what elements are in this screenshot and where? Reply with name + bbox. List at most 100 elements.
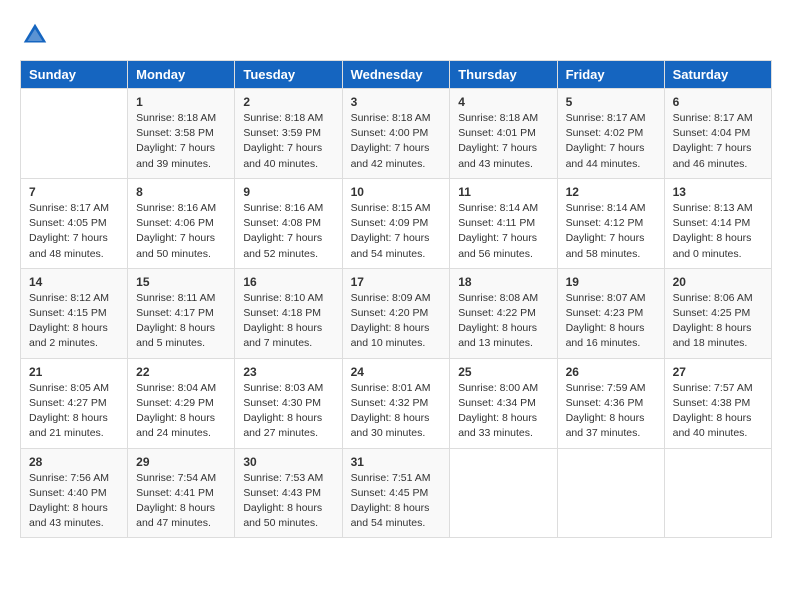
sunrise-text: Sunrise: 8:12 AM	[29, 292, 109, 304]
daylight-text: Daylight: 8 hours and 2 minutes.	[29, 322, 108, 349]
sunrise-text: Sunrise: 8:11 AM	[136, 292, 215, 304]
sunrise-text: Sunrise: 8:16 AM	[136, 202, 216, 214]
sunset-text: Sunset: 4:06 PM	[136, 217, 214, 229]
sunset-text: Sunset: 4:17 PM	[136, 307, 214, 319]
weekday-header: Monday	[128, 61, 235, 89]
day-number: 5	[566, 95, 656, 109]
daylight-text: Daylight: 8 hours and 7 minutes.	[243, 322, 322, 349]
daylight-text: Daylight: 8 hours and 5 minutes.	[136, 322, 215, 349]
day-number: 12	[566, 185, 656, 199]
sunset-text: Sunset: 4:18 PM	[243, 307, 321, 319]
calendar-day-cell: 12 Sunrise: 8:14 AM Sunset: 4:12 PM Dayl…	[557, 178, 664, 268]
sunrise-text: Sunrise: 8:09 AM	[351, 292, 431, 304]
day-number: 27	[673, 365, 763, 379]
daylight-text: Daylight: 7 hours and 40 minutes.	[243, 142, 322, 169]
calendar-day-cell: 17 Sunrise: 8:09 AM Sunset: 4:20 PM Dayl…	[342, 268, 450, 358]
calendar-day-cell	[557, 448, 664, 538]
calendar-day-cell: 2 Sunrise: 8:18 AM Sunset: 3:59 PM Dayli…	[235, 89, 342, 179]
day-info: Sunrise: 8:06 AM Sunset: 4:25 PM Dayligh…	[673, 291, 763, 352]
daylight-text: Daylight: 8 hours and 43 minutes.	[29, 502, 108, 529]
calendar-day-cell: 16 Sunrise: 8:10 AM Sunset: 4:18 PM Dayl…	[235, 268, 342, 358]
daylight-text: Daylight: 8 hours and 50 minutes.	[243, 502, 322, 529]
day-info: Sunrise: 8:15 AM Sunset: 4:09 PM Dayligh…	[351, 201, 442, 262]
weekday-header: Sunday	[21, 61, 128, 89]
weekday-header: Saturday	[664, 61, 771, 89]
calendar-day-cell	[21, 89, 128, 179]
daylight-text: Daylight: 8 hours and 27 minutes.	[243, 412, 322, 439]
daylight-text: Daylight: 8 hours and 21 minutes.	[29, 412, 108, 439]
daylight-text: Daylight: 7 hours and 52 minutes.	[243, 232, 322, 259]
calendar-day-cell: 8 Sunrise: 8:16 AM Sunset: 4:06 PM Dayli…	[128, 178, 235, 268]
sunset-text: Sunset: 3:59 PM	[243, 127, 321, 139]
calendar-week-row: 14 Sunrise: 8:12 AM Sunset: 4:15 PM Dayl…	[21, 268, 772, 358]
day-info: Sunrise: 7:54 AM Sunset: 4:41 PM Dayligh…	[136, 471, 226, 532]
day-info: Sunrise: 8:10 AM Sunset: 4:18 PM Dayligh…	[243, 291, 333, 352]
day-number: 24	[351, 365, 442, 379]
daylight-text: Daylight: 8 hours and 10 minutes.	[351, 322, 430, 349]
day-number: 9	[243, 185, 333, 199]
sunset-text: Sunset: 4:43 PM	[243, 487, 321, 499]
calendar-day-cell	[450, 448, 557, 538]
calendar-day-cell: 29 Sunrise: 7:54 AM Sunset: 4:41 PM Dayl…	[128, 448, 235, 538]
weekday-header: Thursday	[450, 61, 557, 89]
calendar-week-row: 28 Sunrise: 7:56 AM Sunset: 4:40 PM Dayl…	[21, 448, 772, 538]
weekday-header: Friday	[557, 61, 664, 89]
sunrise-text: Sunrise: 7:56 AM	[29, 472, 109, 484]
day-number: 31	[351, 455, 442, 469]
calendar-day-cell: 15 Sunrise: 8:11 AM Sunset: 4:17 PM Dayl…	[128, 268, 235, 358]
calendar-day-cell: 9 Sunrise: 8:16 AM Sunset: 4:08 PM Dayli…	[235, 178, 342, 268]
calendar-day-cell: 23 Sunrise: 8:03 AM Sunset: 4:30 PM Dayl…	[235, 358, 342, 448]
weekday-header: Tuesday	[235, 61, 342, 89]
day-number: 26	[566, 365, 656, 379]
daylight-text: Daylight: 7 hours and 44 minutes.	[566, 142, 645, 169]
sunset-text: Sunset: 4:45 PM	[351, 487, 429, 499]
day-number: 13	[673, 185, 763, 199]
daylight-text: Daylight: 7 hours and 43 minutes.	[458, 142, 537, 169]
day-number: 22	[136, 365, 226, 379]
day-number: 15	[136, 275, 226, 289]
sunset-text: Sunset: 4:40 PM	[29, 487, 107, 499]
calendar-day-cell: 10 Sunrise: 8:15 AM Sunset: 4:09 PM Dayl…	[342, 178, 450, 268]
calendar-day-cell: 13 Sunrise: 8:13 AM Sunset: 4:14 PM Dayl…	[664, 178, 771, 268]
sunrise-text: Sunrise: 8:16 AM	[243, 202, 323, 214]
day-number: 4	[458, 95, 548, 109]
sunrise-text: Sunrise: 7:54 AM	[136, 472, 216, 484]
calendar-header-row: SundayMondayTuesdayWednesdayThursdayFrid…	[21, 61, 772, 89]
day-info: Sunrise: 7:57 AM Sunset: 4:38 PM Dayligh…	[673, 381, 763, 442]
sunset-text: Sunset: 4:29 PM	[136, 397, 214, 409]
day-info: Sunrise: 7:56 AM Sunset: 4:40 PM Dayligh…	[29, 471, 119, 532]
day-info: Sunrise: 8:14 AM Sunset: 4:11 PM Dayligh…	[458, 201, 548, 262]
sunrise-text: Sunrise: 8:04 AM	[136, 382, 216, 394]
calendar-day-cell: 1 Sunrise: 8:18 AM Sunset: 3:58 PM Dayli…	[128, 89, 235, 179]
daylight-text: Daylight: 8 hours and 37 minutes.	[566, 412, 645, 439]
day-number: 19	[566, 275, 656, 289]
day-info: Sunrise: 8:18 AM Sunset: 3:59 PM Dayligh…	[243, 111, 333, 172]
sunrise-text: Sunrise: 8:00 AM	[458, 382, 538, 394]
calendar-day-cell: 18 Sunrise: 8:08 AM Sunset: 4:22 PM Dayl…	[450, 268, 557, 358]
day-number: 23	[243, 365, 333, 379]
day-info: Sunrise: 8:09 AM Sunset: 4:20 PM Dayligh…	[351, 291, 442, 352]
day-info: Sunrise: 8:16 AM Sunset: 4:06 PM Dayligh…	[136, 201, 226, 262]
sunrise-text: Sunrise: 8:17 AM	[29, 202, 109, 214]
sunset-text: Sunset: 4:36 PM	[566, 397, 644, 409]
sunset-text: Sunset: 4:15 PM	[29, 307, 107, 319]
calendar-week-row: 21 Sunrise: 8:05 AM Sunset: 4:27 PM Dayl…	[21, 358, 772, 448]
calendar-day-cell: 25 Sunrise: 8:00 AM Sunset: 4:34 PM Dayl…	[450, 358, 557, 448]
day-info: Sunrise: 8:11 AM Sunset: 4:17 PM Dayligh…	[136, 291, 226, 352]
sunset-text: Sunset: 4:30 PM	[243, 397, 321, 409]
sunset-text: Sunset: 4:20 PM	[351, 307, 429, 319]
daylight-text: Daylight: 7 hours and 54 minutes.	[351, 232, 430, 259]
sunset-text: Sunset: 4:04 PM	[673, 127, 751, 139]
day-info: Sunrise: 8:18 AM Sunset: 4:00 PM Dayligh…	[351, 111, 442, 172]
sunrise-text: Sunrise: 8:18 AM	[243, 112, 323, 124]
sunrise-text: Sunrise: 8:05 AM	[29, 382, 109, 394]
day-number: 25	[458, 365, 548, 379]
calendar-day-cell	[664, 448, 771, 538]
calendar-day-cell: 26 Sunrise: 7:59 AM Sunset: 4:36 PM Dayl…	[557, 358, 664, 448]
daylight-text: Daylight: 8 hours and 33 minutes.	[458, 412, 537, 439]
day-info: Sunrise: 8:16 AM Sunset: 4:08 PM Dayligh…	[243, 201, 333, 262]
sunrise-text: Sunrise: 7:59 AM	[566, 382, 646, 394]
daylight-text: Daylight: 7 hours and 39 minutes.	[136, 142, 215, 169]
calendar-day-cell: 5 Sunrise: 8:17 AM Sunset: 4:02 PM Dayli…	[557, 89, 664, 179]
daylight-text: Daylight: 7 hours and 50 minutes.	[136, 232, 215, 259]
